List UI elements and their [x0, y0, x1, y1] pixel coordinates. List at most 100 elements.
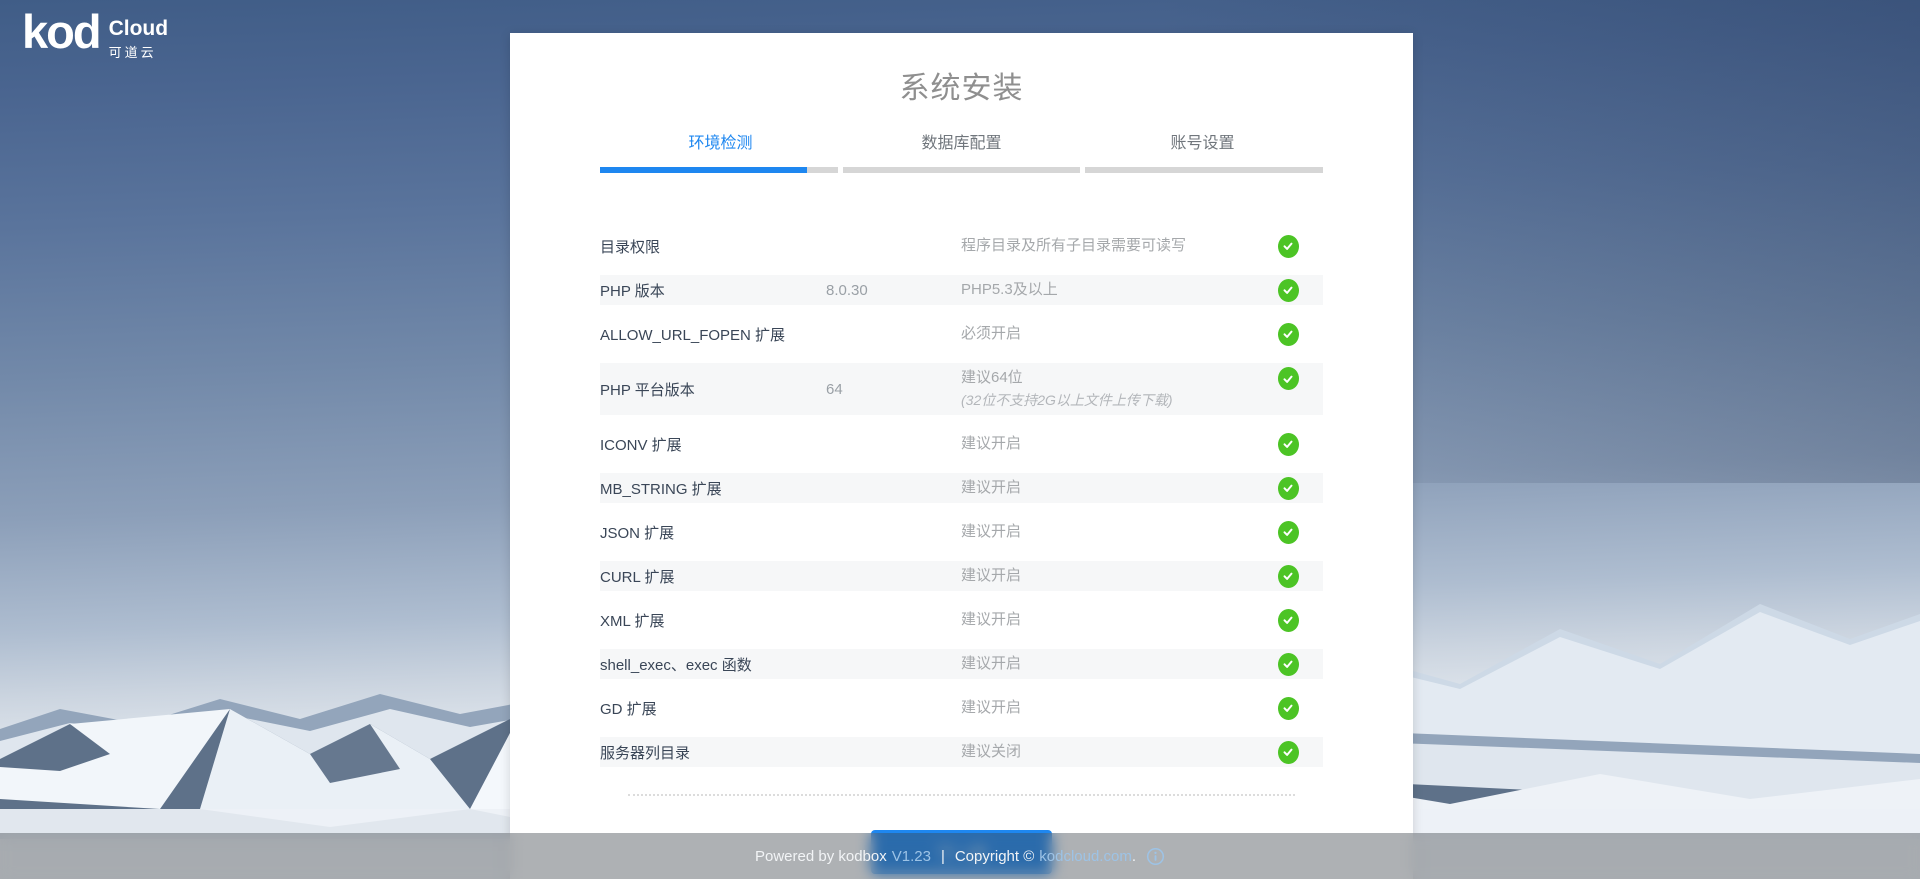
page: kod Cloud 可道云 系统安装 环境检测 数据库配置 账号设置 目录权限 …: [0, 0, 1920, 879]
tab-environment-check[interactable]: 环境检测: [600, 129, 841, 167]
check-requirement-text: 建议64位: [961, 367, 1253, 390]
check-status: [1253, 279, 1323, 302]
step-progress-segment-1: [600, 167, 838, 173]
check-pass-icon: [1278, 653, 1299, 676]
check-requirement: 建议开启: [961, 653, 1253, 676]
check-requirement-text: 建议开启: [961, 653, 1253, 676]
check-requirement-text: 建议开启: [961, 609, 1253, 632]
footer-separator: |: [941, 848, 945, 865]
check-requirement: 建议64位 (32位不支持2G以上文件上传下载): [961, 363, 1253, 411]
footer-period: .: [1132, 848, 1136, 865]
check-status: [1253, 433, 1323, 456]
check-requirement-text: 建议开启: [961, 477, 1253, 500]
check-name: 目录权限: [600, 236, 826, 257]
check-value: 64: [826, 381, 961, 398]
check-value: 8.0.30: [826, 282, 961, 299]
version-link[interactable]: V1.23: [892, 848, 931, 865]
check-requirement-text: 建议开启: [961, 521, 1253, 544]
check-pass-icon: [1278, 521, 1299, 544]
logo-product-name: Cloud: [109, 17, 168, 40]
check-pass-icon: [1278, 741, 1299, 764]
check-requirement: 必须开启: [961, 323, 1253, 346]
check-row: XML 扩展 建议开启: [600, 605, 1323, 635]
check-pass-icon: [1278, 609, 1299, 632]
check-row: CURL 扩展 建议开启: [600, 561, 1323, 591]
check-requirement: 建议关闭: [961, 741, 1253, 764]
check-name: CURL 扩展: [600, 566, 826, 587]
check-pass-icon: [1278, 697, 1299, 720]
progress-fill: [600, 167, 807, 173]
check-requirement-text: 建议开启: [961, 433, 1253, 456]
powered-by-text: Powered by kodbox: [755, 848, 887, 865]
check-status: [1253, 323, 1323, 346]
check-requirement: PHP5.3及以上: [961, 279, 1253, 302]
check-requirement-text: 建议开启: [961, 565, 1253, 588]
check-row: ICONV 扩展 建议开启: [600, 429, 1323, 459]
check-requirement: 建议开启: [961, 477, 1253, 500]
check-row: shell_exec、exec 函数 建议开启: [600, 649, 1323, 679]
check-name: ALLOW_URL_FOPEN 扩展: [600, 324, 826, 345]
check-requirement-text: 必须开启: [961, 323, 1253, 346]
check-row: JSON 扩展 建议开启: [600, 517, 1323, 547]
check-row: MB_STRING 扩展 建议开启: [600, 473, 1323, 503]
tab-database-config[interactable]: 数据库配置: [841, 129, 1082, 167]
step-progress-segment-3: [1085, 167, 1323, 173]
check-pass-icon: [1278, 433, 1299, 456]
check-status: [1253, 741, 1323, 764]
check-requirement-text: 建议关闭: [961, 741, 1253, 764]
kodcloud-link[interactable]: kodcloud.com: [1039, 848, 1132, 865]
check-pass-icon: [1278, 279, 1299, 302]
check-name: ICONV 扩展: [600, 434, 826, 455]
footer-bar: Powered by kodbox V1.23 | Copyright © ko…: [0, 833, 1920, 879]
check-requirement-text: PHP5.3及以上: [961, 279, 1253, 302]
tab-account-settings[interactable]: 账号设置: [1082, 129, 1323, 167]
check-requirement: 建议开启: [961, 565, 1253, 588]
divider: [628, 794, 1295, 796]
check-status: [1253, 609, 1323, 632]
page-title: 系统安装: [600, 63, 1323, 107]
check-status: [1253, 367, 1323, 390]
check-requirement: 建议开启: [961, 433, 1253, 456]
check-name: XML 扩展: [600, 610, 826, 631]
check-pass-icon: [1278, 565, 1299, 588]
check-status: [1253, 653, 1323, 676]
copyright-text: Copyright ©: [955, 848, 1034, 865]
info-icon[interactable]: [1146, 847, 1165, 866]
check-name: 服务器列目录: [600, 742, 826, 763]
check-row: 目录权限 程序目录及所有子目录需要可读写: [600, 231, 1323, 261]
step-progress-track: [600, 167, 1323, 173]
check-requirement-text: 建议开启: [961, 697, 1253, 720]
check-requirement-text: 程序目录及所有子目录需要可读写: [961, 235, 1253, 258]
check-row: PHP 版本 8.0.30 PHP5.3及以上: [600, 275, 1323, 305]
check-status: [1253, 235, 1323, 258]
check-status: [1253, 697, 1323, 720]
check-requirement: 建议开启: [961, 609, 1253, 632]
check-row: GD 扩展 建议开启: [600, 693, 1323, 723]
check-name: GD 扩展: [600, 698, 826, 719]
check-requirement: 建议开启: [961, 697, 1253, 720]
check-name: shell_exec、exec 函数: [600, 654, 826, 675]
check-name: PHP 版本: [600, 280, 826, 301]
check-requirement-note: (32位不支持2G以上文件上传下载): [961, 390, 1253, 411]
check-row: PHP 平台版本 64 建议64位 (32位不支持2G以上文件上传下载): [600, 363, 1323, 415]
check-name: MB_STRING 扩展: [600, 478, 826, 499]
check-status: [1253, 565, 1323, 588]
check-pass-icon: [1278, 367, 1299, 390]
check-row: 服务器列目录 建议关闭: [600, 737, 1323, 767]
check-row: ALLOW_URL_FOPEN 扩展 必须开启: [600, 319, 1323, 349]
check-pass-icon: [1278, 323, 1299, 346]
check-requirement: 程序目录及所有子目录需要可读写: [961, 235, 1253, 258]
installer-card: 系统安装 环境检测 数据库配置 账号设置 目录权限 程序目录及所有子目录需要可读…: [510, 33, 1413, 879]
check-table: 目录权限 程序目录及所有子目录需要可读写 PHP 版本 8.0.30 PHP5.…: [600, 231, 1323, 767]
check-name: PHP 平台版本: [600, 379, 826, 400]
check-pass-icon: [1278, 235, 1299, 258]
logo-wordmark: kod: [22, 8, 100, 55]
check-name: JSON 扩展: [600, 522, 826, 543]
check-pass-icon: [1278, 477, 1299, 500]
check-status: [1253, 477, 1323, 500]
check-requirement: 建议开启: [961, 521, 1253, 544]
kodcloud-logo: kod Cloud 可道云: [22, 8, 168, 61]
logo-product-name-cn: 可道云: [109, 42, 168, 61]
check-status: [1253, 521, 1323, 544]
installer-steps: 环境检测 数据库配置 账号设置: [600, 129, 1323, 167]
